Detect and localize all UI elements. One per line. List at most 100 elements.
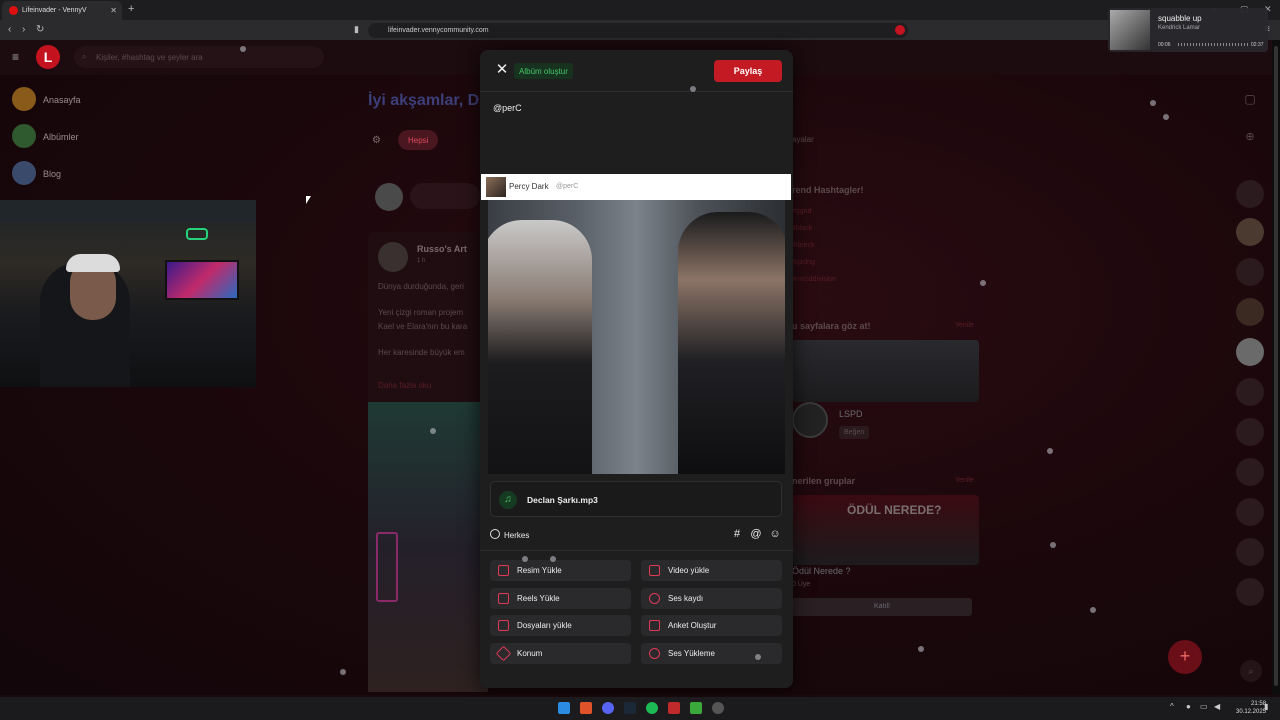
discord-icon[interactable] <box>602 702 614 714</box>
track-waveform[interactable] <box>1178 43 1248 46</box>
bookmark-icon[interactable]: ▮ <box>354 24 359 35</box>
trend-hashtag[interactable]: #ggnd <box>792 208 811 215</box>
mic-tray-icon[interactable]: ● <box>1186 702 1191 711</box>
trend-hashtag[interactable]: #ibreck <box>792 242 815 249</box>
microphone-icon <box>649 593 660 604</box>
read-more-link[interactable]: Daha fazla oku <box>378 381 431 390</box>
upload-video-button[interactable]: Video yükle <box>641 560 782 581</box>
webcam-ceiling <box>0 200 256 222</box>
url-field[interactable]: lifeinvader.vennycommunity.com <box>368 23 908 38</box>
site-logo[interactable]: L <box>36 45 60 69</box>
tray-chevron-icon[interactable]: ^ <box>1170 702 1174 711</box>
brave-shield-icon[interactable] <box>895 25 905 35</box>
group-name[interactable]: Ödül Nerede ? <box>792 566 851 576</box>
forward-icon[interactable]: › <box>22 24 25 35</box>
snowflake-decoration <box>430 428 436 434</box>
brave-browser-icon[interactable] <box>580 702 592 714</box>
post-text-input[interactable]: @perC <box>493 103 522 113</box>
contact-avatar[interactable] <box>1236 378 1264 406</box>
voice-record-button[interactable]: Ses kaydı <box>641 588 782 609</box>
create-post-modal: ✕ Albüm oluştur Paylaş @perC Percy Dark … <box>480 50 793 688</box>
windows-start-icon[interactable] <box>558 702 570 714</box>
upload-audio-button[interactable]: Ses Yükleme <box>641 643 782 664</box>
close-tab-icon[interactable]: ✕ <box>110 6 117 15</box>
attached-audio-file[interactable]: ♫ Declan Şarkı.mp3 <box>490 481 782 517</box>
mention-icon[interactable]: @ <box>749 528 763 542</box>
upload-files-button[interactable]: Dosyaları yükle <box>490 615 631 636</box>
hashtag-icon[interactable]: # <box>730 528 744 542</box>
greeting-heading: İyi akşamlar, D <box>368 92 480 109</box>
snowflake-decoration <box>690 86 696 92</box>
contact-avatar[interactable] <box>1236 180 1264 208</box>
contact-avatar[interactable] <box>1236 258 1264 286</box>
emoji-icon[interactable]: ☺ <box>768 528 782 542</box>
user-avatar <box>375 183 403 211</box>
location-button[interactable]: Konum <box>490 643 631 664</box>
create-post-fab[interactable]: + <box>1168 640 1202 674</box>
join-group-button[interactable]: Katıl! <box>792 598 972 616</box>
site-search-input[interactable]: ⌕ Kişiler, #hashtag ve şeyler ara <box>74 46 324 68</box>
trend-hashtag[interactable]: #mccddivision <box>792 276 836 283</box>
new-tab-icon[interactable]: + <box>128 3 134 15</box>
photo-person-left <box>488 220 592 474</box>
mention-name: Percy Dark <box>509 182 549 191</box>
action-label: Reels Yükle <box>517 594 560 603</box>
reels-icon <box>498 593 509 604</box>
refresh-pages-link[interactable]: Yenile <box>955 322 974 329</box>
share-button[interactable]: Paylaş <box>714 60 782 82</box>
contact-avatar[interactable] <box>1236 338 1264 366</box>
filter-all-label: Hepsi <box>408 136 429 145</box>
contact-avatar[interactable] <box>1236 218 1264 246</box>
like-label: Beğen <box>844 429 865 436</box>
contact-avatar[interactable] <box>1236 498 1264 526</box>
browser-tab-bar: Lifeinvader - VennyV ✕ + – ▢ ✕ <box>0 0 1280 20</box>
contact-avatar[interactable] <box>1236 538 1264 566</box>
hamburger-menu-icon[interactable]: ≡ <box>12 50 19 64</box>
contact-avatar[interactable] <box>1236 578 1264 606</box>
notification-icon[interactable]: ▮ <box>1264 702 1268 711</box>
new-post-input[interactable] <box>410 183 480 209</box>
contact-avatar[interactable] <box>1236 298 1264 326</box>
scrollbar-thumb[interactable] <box>1274 46 1278 686</box>
search-people-icon[interactable]: ⌕ <box>1240 660 1262 682</box>
lspd-page-name[interactable]: LSPD <box>839 409 863 419</box>
audience-selector[interactable]: Herkes <box>504 531 529 540</box>
browser-tab[interactable]: Lifeinvader - VennyV ✕ <box>2 1 122 20</box>
search-placeholder: Kişiler, #hashtag ve şeyler ara <box>96 53 203 62</box>
reload-icon[interactable]: ↻ <box>36 24 44 35</box>
filter-other-tab[interactable]: ayalar <box>792 135 814 144</box>
page-scrollbar[interactable] <box>1272 40 1280 695</box>
mention-suggestion[interactable]: Percy Dark @perC <box>481 174 791 200</box>
post-author-name[interactable]: Russo's Art <box>417 244 467 254</box>
add-friend-icon[interactable]: ⊕ <box>1236 130 1264 148</box>
network-icon[interactable]: ▭ <box>1200 702 1208 711</box>
refresh-groups-link[interactable]: Yenile <box>955 477 974 484</box>
spotify-icon[interactable] <box>646 702 658 714</box>
action-label: Dosyaları yükle <box>517 621 572 630</box>
post-text-line: Yeni çizgi roman projem <box>378 308 464 317</box>
blog-icon <box>12 161 36 185</box>
album-art <box>1110 10 1150 50</box>
filter-all-tab[interactable]: Hepsi <box>398 130 439 150</box>
attached-photo <box>488 200 785 474</box>
messages-icon[interactable]: ▢ <box>1236 92 1264 110</box>
contact-avatar[interactable] <box>1236 458 1264 486</box>
steam-icon[interactable] <box>624 702 636 714</box>
app-icon[interactable] <box>668 702 680 714</box>
back-icon[interactable]: ‹ <box>8 24 11 35</box>
game-app-icon[interactable] <box>712 702 724 714</box>
media-app-icon[interactable] <box>690 702 702 714</box>
upload-reels-button[interactable]: Reels Yükle <box>490 588 631 609</box>
contact-avatar[interactable] <box>1236 418 1264 446</box>
volume-icon[interactable]: ◀ <box>1214 702 1220 711</box>
close-modal-icon[interactable]: ✕ <box>494 62 510 78</box>
upload-image-button[interactable]: Resim Yükle <box>490 560 631 581</box>
trend-hashtag[interactable]: #black <box>792 225 812 232</box>
like-page-button[interactable]: Beğen <box>839 426 870 439</box>
mention-handle: @perC <box>556 183 579 190</box>
create-poll-button[interactable]: Anket Oluştur <box>641 615 782 636</box>
create-album-button[interactable]: Albüm oluştur <box>514 63 573 79</box>
filter-settings-icon[interactable]: ⚙ <box>372 135 381 146</box>
taskbar-clock[interactable]: 21:58 30.12.2025 <box>1236 700 1266 716</box>
trend-hashtag[interactable]: #gzdng <box>792 259 815 266</box>
